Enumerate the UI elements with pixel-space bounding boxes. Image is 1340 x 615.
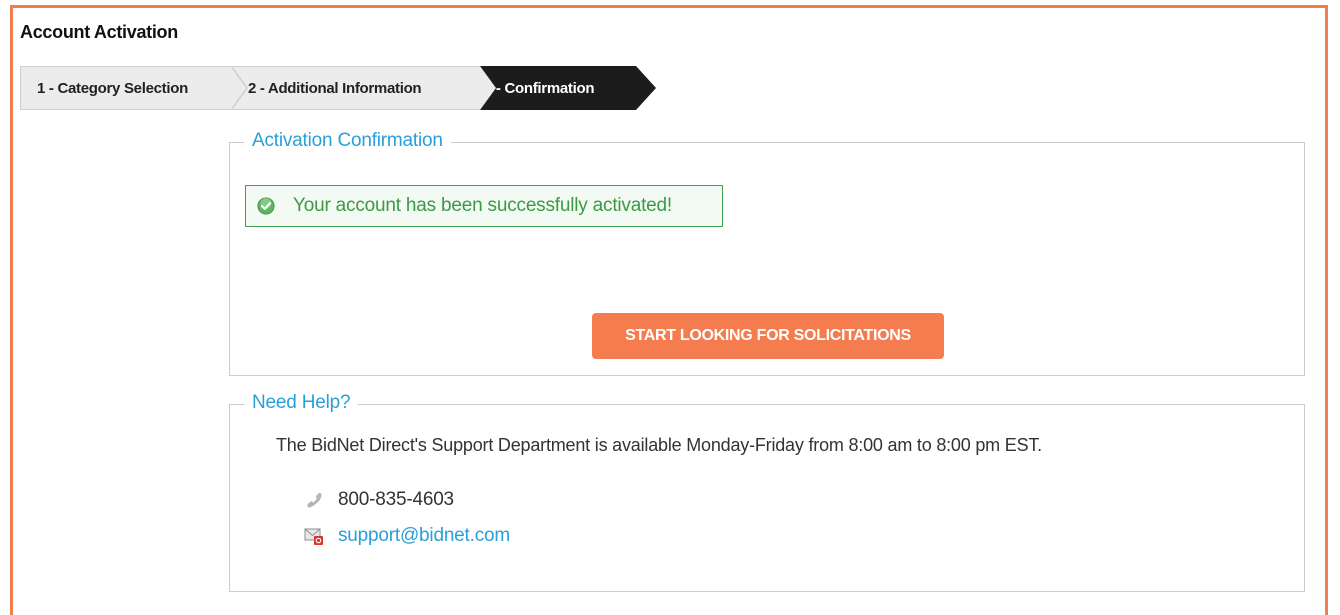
step-active-arrow bbox=[636, 66, 656, 110]
step-additional-information[interactable]: 2 - Additional Information bbox=[232, 66, 480, 110]
step-separator bbox=[480, 66, 496, 110]
success-alert: Your account has been successfully activ… bbox=[245, 185, 723, 227]
step-label: 2 - Additional Information bbox=[248, 79, 422, 97]
phone-row: 800-835-4603 bbox=[304, 489, 454, 511]
need-help-legend: Need Help? bbox=[244, 392, 359, 414]
wizard-steps: 1 - Category Selection 2 - Additional In… bbox=[20, 66, 660, 110]
activation-confirmation-legend: Activation Confirmation bbox=[244, 130, 451, 152]
activation-confirmation-panel: Activation Confirmation Your account has… bbox=[229, 130, 1305, 376]
start-looking-for-solicitations-button[interactable]: START LOOKING FOR SOLICITATIONS bbox=[592, 313, 944, 359]
page-title: Account Activation bbox=[20, 22, 178, 42]
step-separator bbox=[231, 67, 246, 109]
mail-icon bbox=[304, 528, 323, 545]
phone-icon bbox=[307, 492, 322, 508]
email-row: support@bidnet.com bbox=[304, 525, 510, 547]
step-category-selection[interactable]: 1 - Category Selection bbox=[20, 66, 232, 110]
need-help-panel: Need Help? The BidNet Direct's Support D… bbox=[229, 392, 1305, 592]
support-email-link[interactable]: support@bidnet.com bbox=[338, 525, 510, 547]
success-message: Your account has been successfully activ… bbox=[293, 195, 672, 216]
check-circle-icon bbox=[257, 197, 275, 215]
support-hours-text: The BidNet Direct's Support Department i… bbox=[276, 435, 1042, 455]
step-label: 1 - Category Selection bbox=[37, 79, 188, 97]
step-confirmation[interactable]: 3 - Confirmation bbox=[480, 66, 636, 110]
step-label: 3 - Confirmation bbox=[484, 79, 595, 97]
phone-number: 800-835-4603 bbox=[338, 489, 454, 510]
